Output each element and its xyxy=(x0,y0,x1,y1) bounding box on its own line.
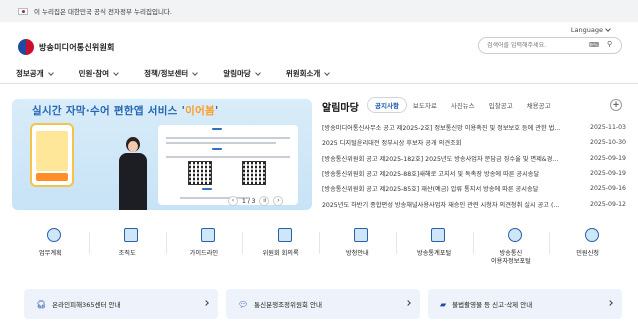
bottom-links: 🎧︎ 온라인피해365센터 안내 💬︎ 통신분쟁조정위원회 안내 ▰ 불법촬영물… xyxy=(24,289,622,319)
language-label: Language xyxy=(570,26,603,34)
chevron-down-icon xyxy=(192,69,199,76)
language-selector[interactable]: Language xyxy=(570,26,611,34)
nav-item-civil-participation[interactable]: 민원·참여 xyxy=(79,68,119,79)
korea-flag-icon xyxy=(18,7,28,15)
quick-item-guidelines[interactable]: 가이드라인 xyxy=(165,222,243,268)
quick-item-work-plan[interactable]: 업무계획 xyxy=(12,222,89,268)
tab-photo-news[interactable]: 사진뉴스 xyxy=(444,98,482,112)
main-nav: 정보공개 민원·참여 정책/정보센터 알림마당 위원회소개 xyxy=(0,64,638,84)
list-item[interactable]: [방송미디어통신사무소 공고 제2025-2호] 정보통신망 이용촉진 및 정보… xyxy=(322,120,626,135)
chevron-down-icon xyxy=(324,69,331,76)
banner-controls: ‹ 1 / 3 ॥ › xyxy=(228,196,284,206)
nav-item-info-disclosure[interactable]: 정보공개 xyxy=(16,68,54,79)
complaint-icon xyxy=(577,222,599,244)
nav-item-about[interactable]: 위원회소개 xyxy=(286,68,331,79)
nav-item-notice-board[interactable]: 알림마당 xyxy=(223,68,261,79)
chevron-right-icon xyxy=(405,300,411,306)
quick-item-org-chart[interactable]: 조직도 xyxy=(88,222,166,268)
link-online-damage-center[interactable]: 🎧︎ 온라인피해365센터 안내 xyxy=(24,289,218,319)
qr-code-icon xyxy=(188,161,212,185)
list-item[interactable]: [방송통신위원회 공고 제2025-182호] 2025년도 방송사업자 분담금… xyxy=(322,151,626,166)
promo-banner[interactable]: 실시간 자막·수어 편한앱 서비스 '이어봄' xyxy=(12,99,312,210)
chevron-right-icon xyxy=(607,300,613,306)
link-dispute-committee[interactable]: 💬︎ 통신분쟁조정위원회 안내 xyxy=(226,289,420,319)
keyboard-icon[interactable]: ⌨ xyxy=(589,41,599,49)
more-plus-icon[interactable]: + xyxy=(610,99,622,111)
user-portal-icon xyxy=(500,222,522,244)
chevron-down-icon xyxy=(47,69,54,76)
logo-emblem-icon xyxy=(18,39,34,55)
banner-page-indicator: 1 / 3 xyxy=(242,197,256,205)
chevron-down-icon xyxy=(113,69,119,76)
quick-item-attendance[interactable]: 방청안내 xyxy=(319,222,396,268)
quick-item-user-portal[interactable]: 방송통신 이용자정보포털 xyxy=(472,222,550,268)
notice-tabs: 공지사항 보도자료 사진뉴스 입찰공고 채용공고 xyxy=(368,98,558,112)
tab-recruitment[interactable]: 채용공고 xyxy=(520,98,558,112)
stats-chart-icon xyxy=(423,222,446,244)
quick-item-stats-portal[interactable]: 방송통계포털 xyxy=(395,222,473,268)
notice-list: [방송미디어통신사무소 공고 제2025-2호] 정보통신망 이용촉진 및 정보… xyxy=(322,120,626,212)
chevron-right-icon xyxy=(203,300,209,306)
chat-icon: 💬︎ xyxy=(238,299,249,309)
banner-info-panel xyxy=(158,125,298,205)
gov-banner-text: 이 누리집은 대한민국 공식 전자정부 누리집입니다. xyxy=(34,8,172,16)
quick-item-minutes[interactable]: 위원회 회의록 xyxy=(242,222,319,268)
logo-text: 방송미디어통신위원회 xyxy=(39,42,115,52)
tab-bid-notices[interactable]: 입찰공고 xyxy=(482,98,520,112)
next-arrow-icon[interactable]: › xyxy=(273,196,284,206)
qr-code-icon xyxy=(242,161,266,185)
guideline-doc-icon xyxy=(193,222,215,244)
notice-section-title: 알림마당 xyxy=(322,103,359,114)
org-chart-icon xyxy=(116,222,139,244)
search-input[interactable] xyxy=(487,42,587,49)
prev-arrow-icon[interactable]: ‹ xyxy=(228,196,238,206)
list-item[interactable]: [방송통신위원회 공고 제2025-88호]새해로 고지서 및 독촉장 방송에 … xyxy=(322,166,626,181)
sign-language-presenter-image xyxy=(116,137,150,210)
list-item[interactable]: [방송통신위원회 공고 제2025-85호] 재산(예금) 압류 통지서 방송에… xyxy=(322,181,626,196)
alert-icon: ▰ xyxy=(440,299,447,309)
quick-menu: 업무계획 조직도 가이드라인 위원회 회의록 방청안내 방송통계포털 방송통신 … xyxy=(12,222,626,268)
minutes-doc-icon xyxy=(270,222,292,244)
search-box: ⌨ ⚲ xyxy=(478,37,622,54)
pause-icon[interactable]: ॥ xyxy=(259,196,270,206)
nav-item-policy-center[interactable]: 정책/정보센터 xyxy=(144,68,199,79)
target-icon xyxy=(39,222,62,244)
phone-illustration xyxy=(30,123,74,187)
headset-icon: 🎧︎ xyxy=(36,299,47,309)
site-logo[interactable]: 방송미디어통신위원회 xyxy=(18,39,115,55)
quick-item-complaint[interactable]: 민원신청 xyxy=(549,222,626,268)
link-illegal-content-report[interactable]: ▰ 불법촬영물 등 신고·삭제 안내 xyxy=(428,289,622,319)
tab-announcements[interactable]: 공지사항 xyxy=(368,98,406,112)
hands-icon xyxy=(346,222,369,244)
gov-banner: 이 누리집은 대한민국 공식 전자정부 누리집입니다. xyxy=(0,0,638,22)
banner-headline: 실시간 자막·수어 편한앱 서비스 '이어봄' xyxy=(32,105,219,117)
tab-press-releases[interactable]: 보도자료 xyxy=(406,98,444,112)
search-icon[interactable]: ⚲ xyxy=(607,40,612,48)
list-item[interactable]: 2025 디지털윤리대전 정부시상 후보자 공개 의견조회 2025-10-30 xyxy=(322,135,626,150)
list-item[interactable]: 2025년도 하반기 종합편성 방송채널사용사업자 재승인 관련 시청자 의견청… xyxy=(322,196,626,211)
chevron-down-icon xyxy=(605,26,611,32)
chevron-down-icon xyxy=(254,69,261,76)
